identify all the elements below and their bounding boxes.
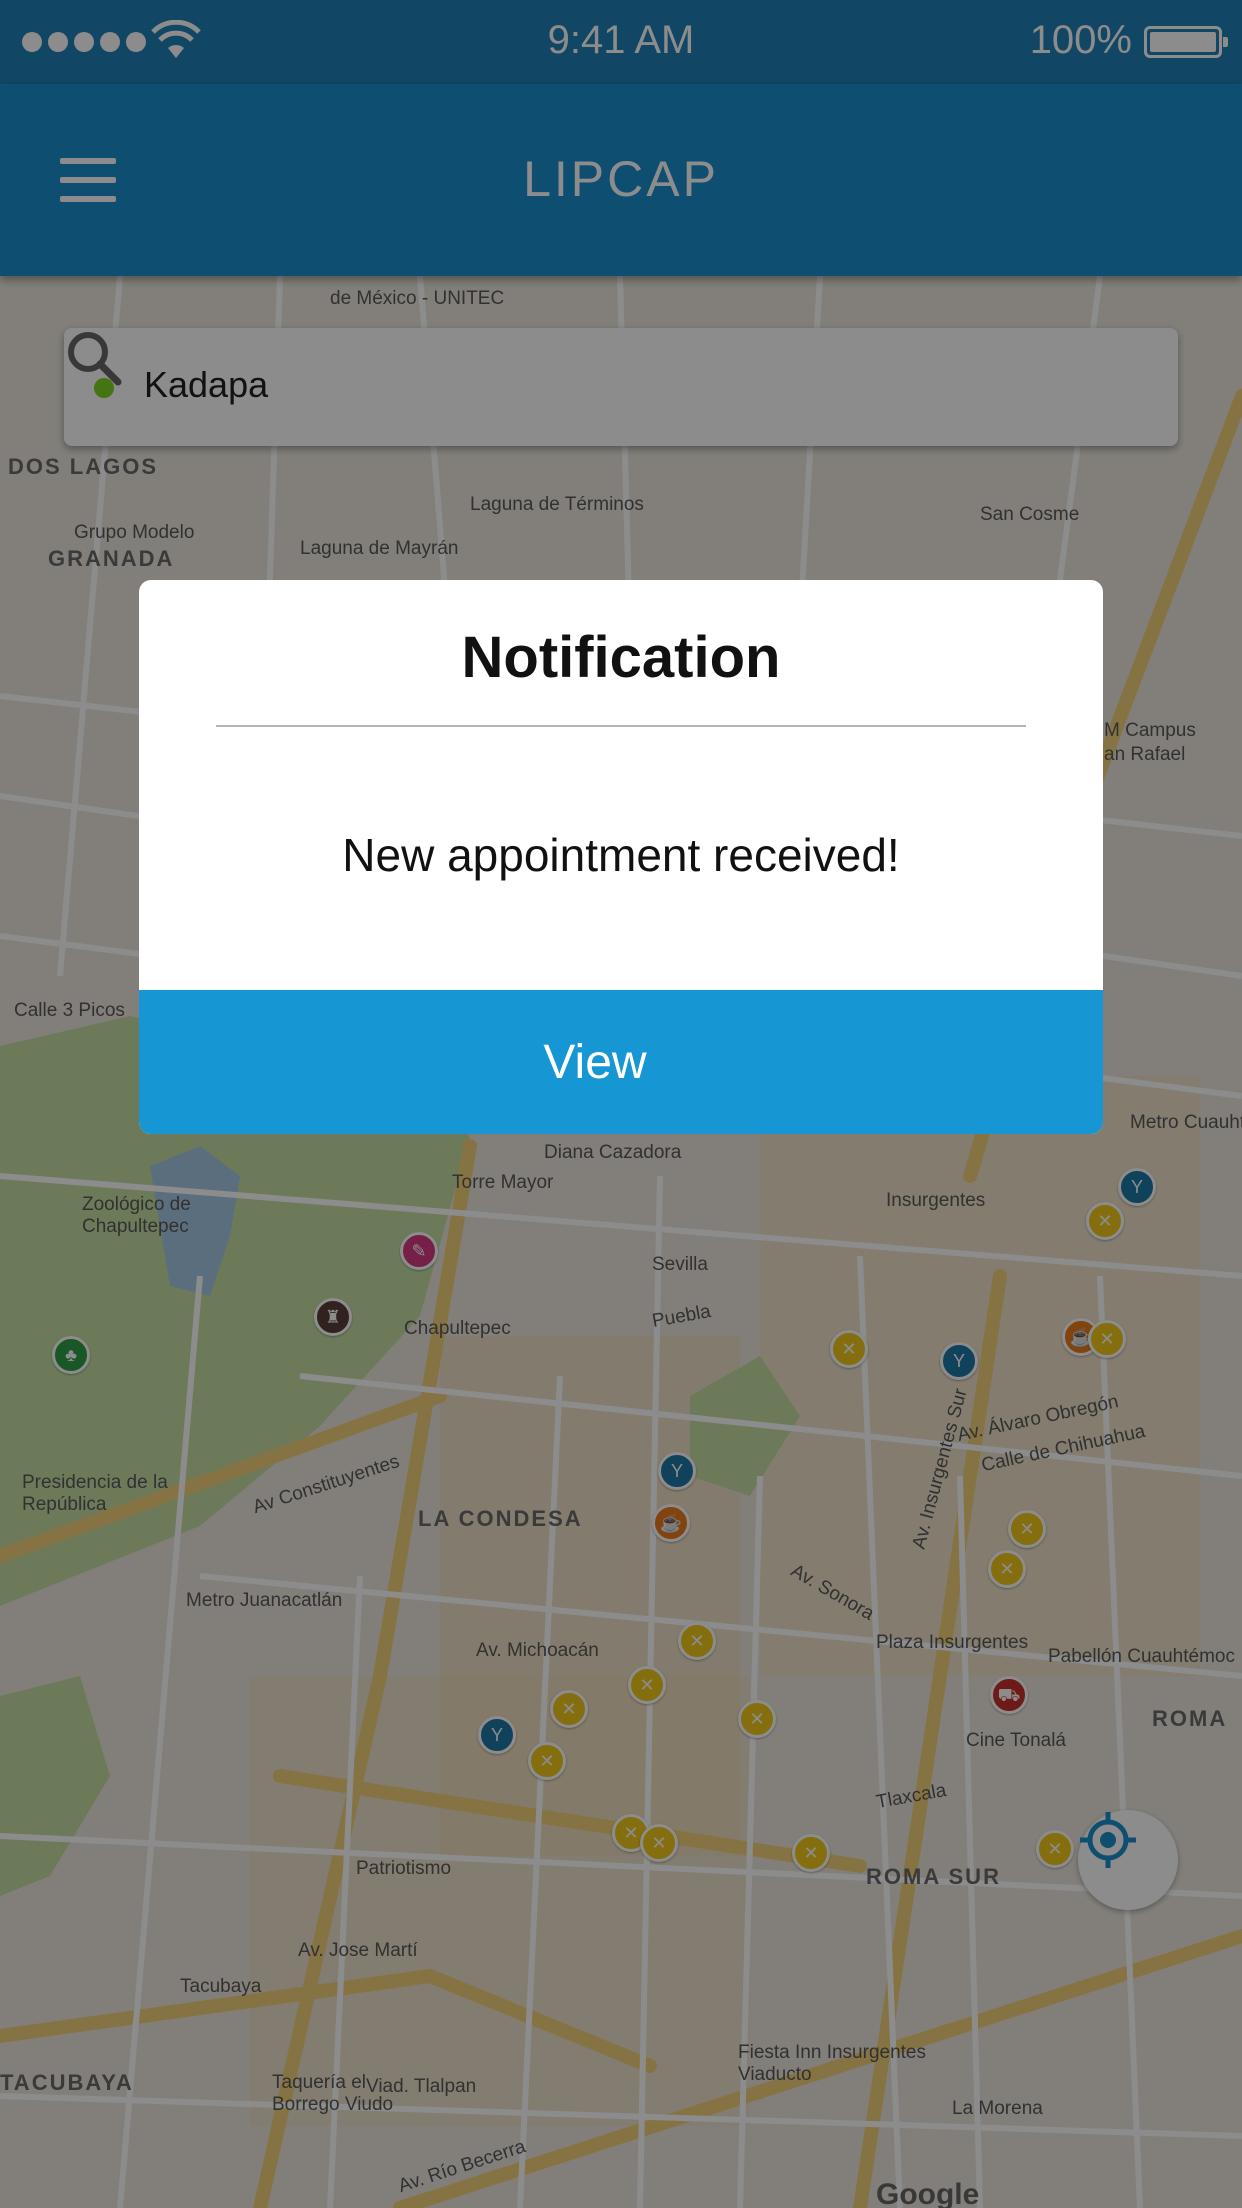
dialog-title: Notification	[461, 625, 781, 690]
view-button-label: View	[543, 1035, 647, 1089]
notification-dialog: Notification New appointment received! V…	[139, 580, 1103, 1134]
view-button[interactable]: View	[139, 990, 1103, 1134]
dialog-message: New appointment received!	[342, 829, 900, 881]
dialog-divider	[216, 725, 1026, 727]
